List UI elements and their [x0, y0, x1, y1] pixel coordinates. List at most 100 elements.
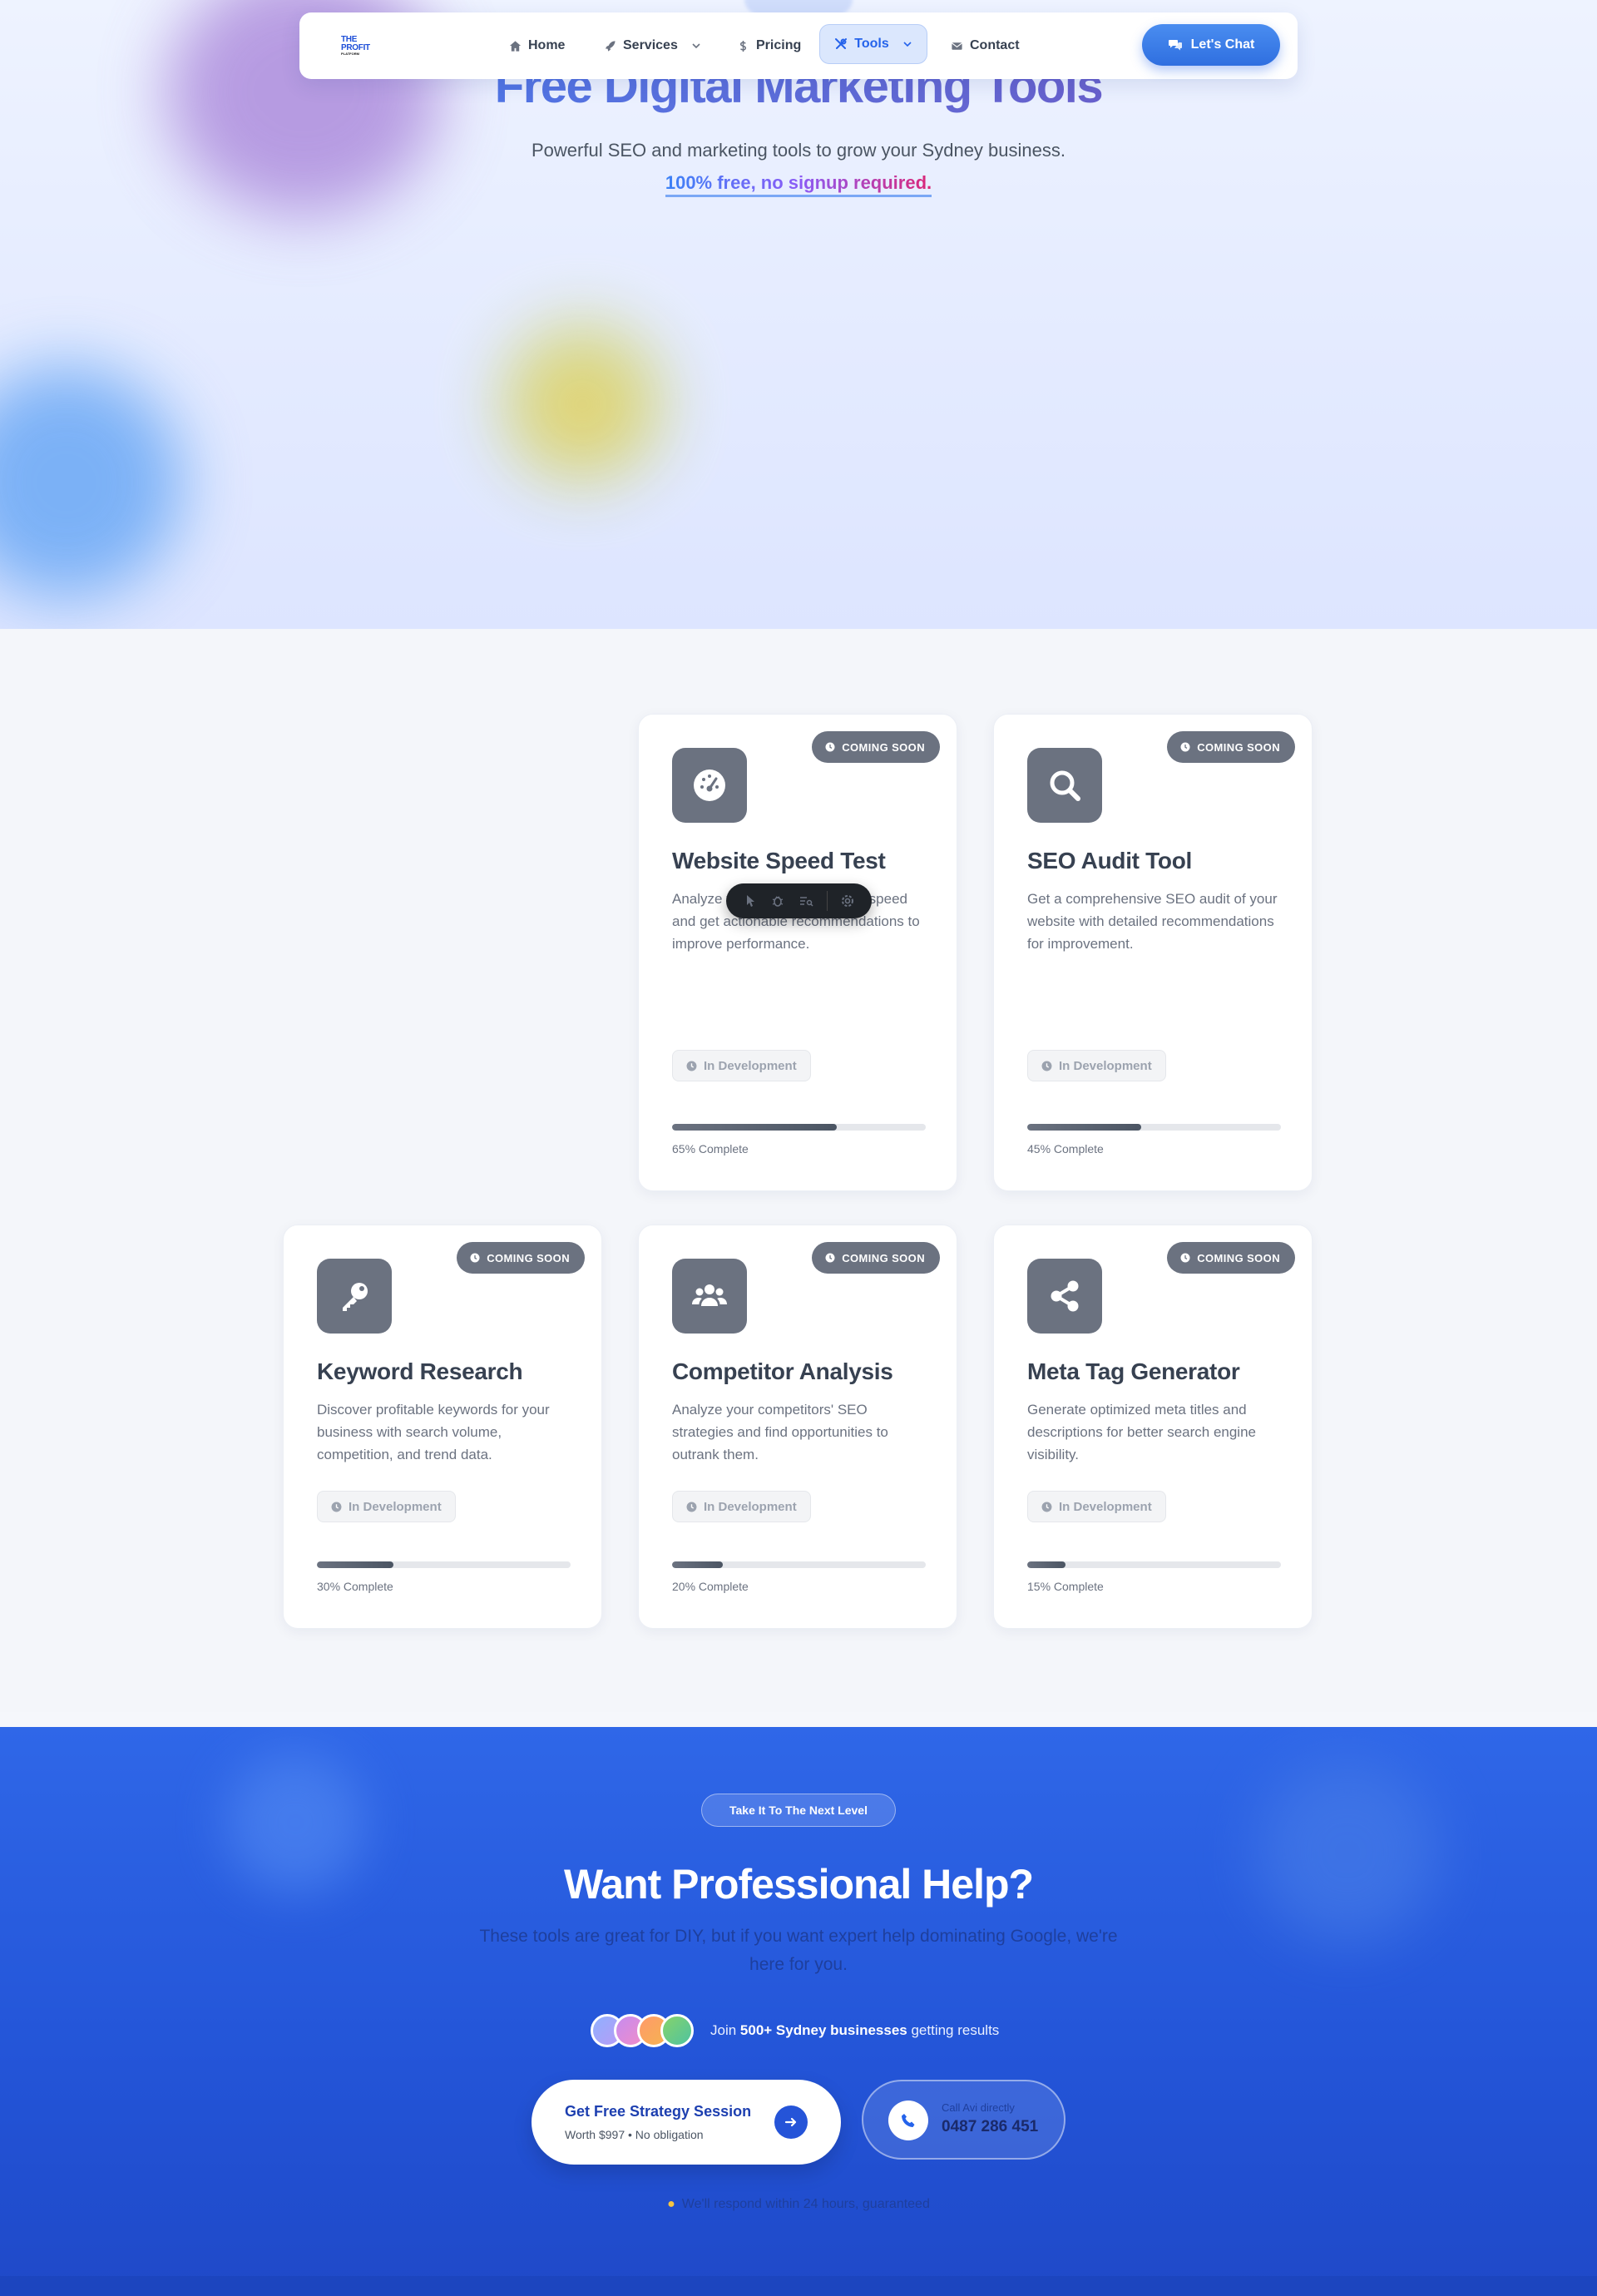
response-promise: ● We'll respond within 24 hours, guarante… — [0, 2197, 1597, 2212]
logo[interactable]: THE PROFIT PLATFORM — [341, 36, 388, 56]
progress-label: 65% Complete — [672, 1142, 749, 1155]
coming-soon-badge: COMING SOON — [812, 1242, 940, 1274]
list-search-icon[interactable] — [798, 893, 813, 908]
clock-icon — [470, 1253, 480, 1263]
nav-contact[interactable]: Contact — [951, 34, 1020, 57]
strategy-title: Get Free Strategy Session — [565, 2103, 752, 2120]
card-description: Get a comprehensive SEO audit of your we… — [1027, 891, 1278, 952]
hero-subtitle: Powerful SEO and marketing tools to grow… — [532, 140, 1065, 161]
users-icon — [672, 1259, 747, 1334]
hero-section: Free Digital Marketing Tools Powerful SE… — [0, 0, 1597, 629]
badge-label: COMING SOON — [1197, 1251, 1280, 1264]
nav-pricing[interactable]: Pricing — [737, 34, 801, 57]
clock-icon — [686, 1061, 697, 1071]
hero-free-note: 100% free, no signup required. — [0, 172, 1597, 197]
clock-icon — [1041, 1502, 1052, 1512]
progress-bar — [672, 1561, 926, 1568]
arrow-right-icon — [774, 2105, 808, 2139]
nav-home[interactable]: Home — [509, 34, 565, 57]
status-badge: In Development — [1027, 1050, 1166, 1081]
free-strategy-button[interactable]: Get Free Strategy Session Worth $997 • N… — [532, 2080, 841, 2165]
cursor-icon[interactable] — [743, 893, 758, 908]
promise-text: We'll respond within 24 hours, guarantee… — [681, 2197, 930, 2211]
tool-card-keyword-research[interactable]: COMING SOON Keyword Research Discover pr… — [283, 1225, 602, 1629]
clock-icon — [1180, 742, 1190, 752]
call-button[interactable]: Call Avi directly 0487 286 451 — [862, 2080, 1065, 2160]
nav-tools-label: Tools — [854, 37, 889, 51]
tool-card-speed-test[interactable]: COMING SOON Website Speed Test Analyze y… — [638, 714, 957, 1191]
cta-glow-right — [1256, 1760, 1439, 1943]
cta-bottom-strip — [0, 2276, 1597, 2296]
bug-icon[interactable] — [770, 893, 785, 908]
key-icon — [317, 1259, 392, 1334]
card-title: Website Speed Test — [672, 848, 886, 873]
tools-icon — [835, 38, 848, 49]
progress-bar — [1027, 1561, 1281, 1568]
progress-fill — [1027, 1561, 1065, 1568]
progress-bar — [672, 1124, 926, 1131]
card-description: Analyze your competitors' SEO strategies… — [672, 1402, 888, 1462]
progress-label: 45% Complete — [1027, 1142, 1104, 1155]
envelope-icon — [952, 42, 962, 50]
status-label: In Development — [1059, 1058, 1152, 1073]
phone-icon — [888, 2101, 928, 2140]
chevron-down-icon — [903, 42, 912, 47]
social-suffix: getting results — [907, 2022, 1000, 2038]
progress-bar — [317, 1561, 571, 1568]
share-icon — [1027, 1259, 1102, 1334]
coming-soon-badge: COMING SOON — [812, 731, 940, 763]
badge-label: COMING SOON — [842, 740, 925, 754]
yellow-blob — [499, 316, 665, 482]
lets-chat-button[interactable]: Let's Chat — [1142, 24, 1280, 66]
tools-section: COMING SOON Website Speed Test Analyze y… — [0, 629, 1597, 1712]
nav-services-label: Services — [623, 38, 678, 52]
card-title: Meta Tag Generator — [1027, 1358, 1240, 1384]
status-label: In Development — [1059, 1499, 1152, 1514]
progress-fill — [672, 1561, 723, 1568]
social-proof-text: Join 500+ Sydney businesses getting resu… — [710, 2022, 999, 2039]
clock-icon — [1180, 1253, 1190, 1263]
progress-label: 30% Complete — [317, 1580, 393, 1593]
badge-label: COMING SOON — [487, 1251, 570, 1264]
card-description: Discover profitable keywords for your bu… — [317, 1402, 550, 1462]
badge-label: COMING SOON — [842, 1251, 925, 1264]
gear-icon[interactable] — [840, 893, 855, 908]
status-label: In Development — [704, 1058, 797, 1073]
tool-card-meta-tag-generator[interactable]: COMING SOON Meta Tag Generator Generate … — [993, 1225, 1313, 1629]
nav-contact-label: Contact — [970, 38, 1020, 52]
progress-label: 15% Complete — [1027, 1580, 1104, 1593]
status-label: In Development — [349, 1499, 442, 1514]
status-badge: In Development — [672, 1491, 811, 1522]
cta-section: Take It To The Next Level Want Professio… — [0, 1727, 1597, 2296]
chat-icon — [1168, 40, 1182, 51]
free-note-text: 100% free, no signup required. — [665, 172, 932, 197]
progress-label: 20% Complete — [672, 1580, 749, 1593]
status-badge: In Development — [317, 1491, 456, 1522]
card-title: Competitor Analysis — [672, 1358, 893, 1384]
tool-card-seo-audit[interactable]: COMING SOON SEO Audit Tool Get a compreh… — [993, 714, 1313, 1191]
status-label: In Development — [704, 1499, 797, 1514]
home-icon — [509, 40, 522, 52]
gauge-icon — [672, 748, 747, 823]
social-prefix: Join — [710, 2022, 740, 2038]
status-badge: In Development — [672, 1050, 811, 1081]
clock-icon — [825, 742, 835, 752]
card-title: Keyword Research — [317, 1358, 523, 1384]
cta-text: These tools are great for DIY, but if yo… — [479, 1927, 1118, 1974]
tool-card-competitor-analysis[interactable]: COMING SOON Competitor Analysis Analyze … — [638, 1225, 957, 1629]
dollar-icon — [739, 40, 747, 52]
navbar: THE PROFIT PLATFORM Home Services Pricin… — [299, 12, 1298, 79]
card-title: SEO Audit Tool — [1027, 848, 1192, 873]
coming-soon-badge: COMING SOON — [1167, 731, 1295, 763]
avatar — [660, 2014, 694, 2047]
toolbar-divider — [826, 891, 828, 911]
rocket-icon — [605, 40, 616, 52]
nav-home-label: Home — [528, 38, 566, 52]
nav-services[interactable]: Services — [604, 34, 701, 57]
card-description: Generate optimized meta titles and descr… — [1027, 1402, 1256, 1462]
social-bold: 500+ Sydney businesses — [739, 2022, 907, 2038]
social-proof: Join 500+ Sydney businesses getting resu… — [591, 2014, 999, 2047]
logo-line3: PLATFORM — [341, 52, 359, 56]
nav-tools[interactable]: Tools — [819, 24, 927, 64]
cta-title: Want Professional Help? — [563, 1861, 1034, 1908]
